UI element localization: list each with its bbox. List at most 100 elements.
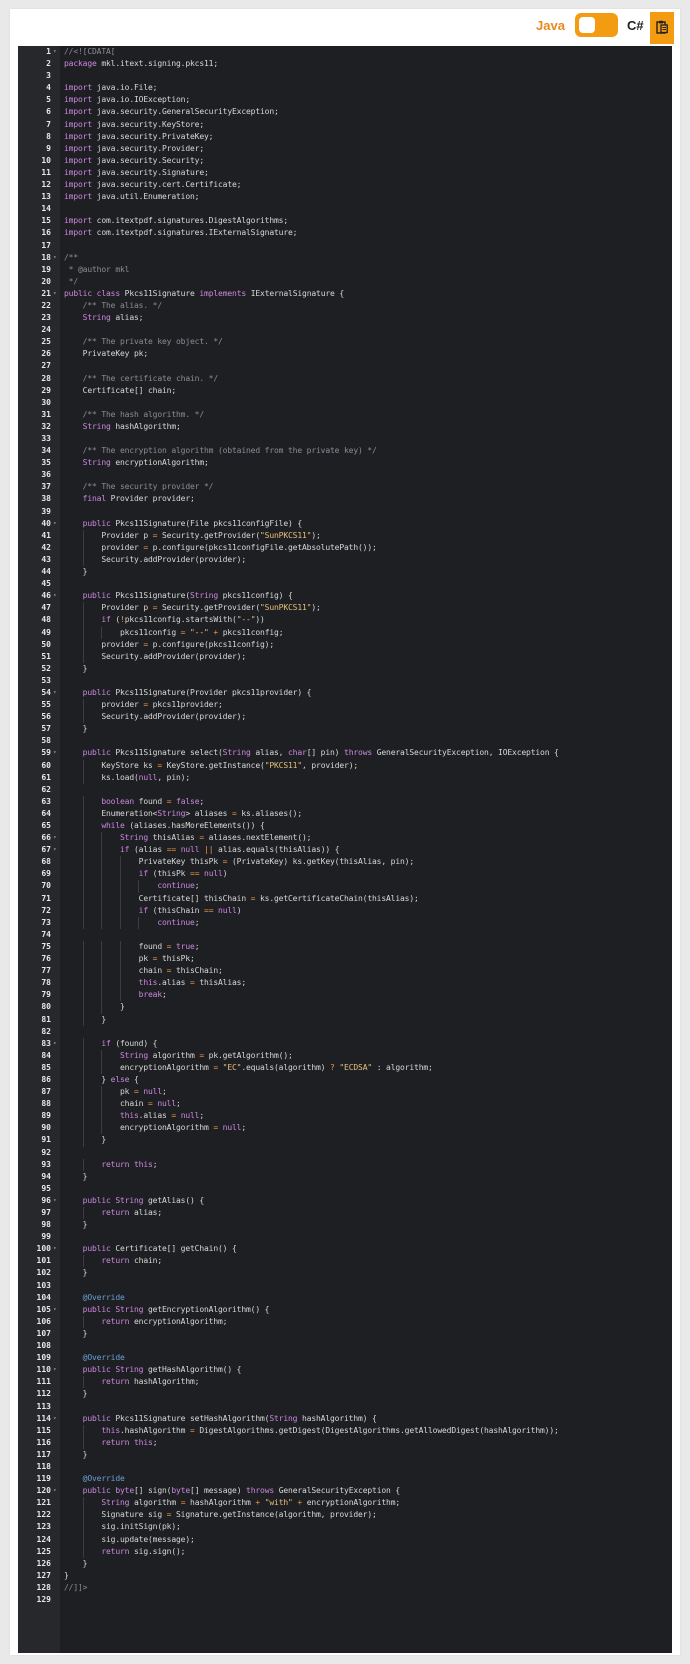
code-line: 32 String hashAlgorithm; <box>18 421 672 433</box>
line-number: 50 <box>41 639 51 649</box>
line-number: 91 <box>41 1135 51 1145</box>
csharp-language-label[interactable]: C# <box>627 14 644 38</box>
code-line: 61 ks.load(null, pin); <box>18 771 672 784</box>
code-text: provider = p.configure(pkcs11config); <box>64 639 275 649</box>
code-text: return this; <box>101 1159 158 1169</box>
line-number: 18 <box>41 252 51 262</box>
code-line: 26 PrivateKey pk; <box>18 348 672 360</box>
code-line: 74 <box>18 929 672 941</box>
line-number: 76 <box>41 954 51 964</box>
code-line: 65 while (aliases.hasMoreElements()) { <box>18 820 672 833</box>
line-number: 103 <box>36 1280 51 1290</box>
code-text: /** The security provider */ <box>82 482 214 492</box>
code-text: if (thisPk == null) <box>138 869 228 879</box>
code-text: return alias; <box>101 1208 163 1217</box>
code-line: 113 <box>18 1401 672 1413</box>
code-line: 57 } <box>18 723 672 735</box>
java-language-label[interactable]: Java <box>536 14 565 38</box>
fold-toggle-icon[interactable]: ▾ <box>53 1485 60 1497</box>
fold-toggle-icon[interactable]: ▾ <box>53 518 60 530</box>
line-number: 79 <box>41 990 51 1000</box>
code-text: public String getEncryptionAlgorithm() { <box>82 1304 270 1314</box>
fold-toggle-icon[interactable]: ▾ <box>53 1304 60 1316</box>
line-number: 57 <box>41 724 51 734</box>
fold-toggle-icon[interactable]: ▾ <box>53 590 60 602</box>
code-line: 48 if (!pkcs11config.startsWith("--")) <box>18 614 672 627</box>
line-number: 90 <box>41 1123 51 1133</box>
line-number: 77 <box>41 966 51 976</box>
code-line: 112 } <box>18 1388 672 1400</box>
code-line: 18 ▾ /** <box>18 252 672 264</box>
line-number: 22 <box>41 300 51 310</box>
code-line: 94 } <box>18 1171 672 1183</box>
fold-toggle-icon[interactable]: ▾ <box>53 288 60 300</box>
line-number: 116 <box>36 1437 51 1447</box>
code-text: import java.security.cert.Certificate; <box>64 180 242 190</box>
code-line: 51 Security.addProvider(provider); <box>18 650 672 663</box>
line-number: 42 <box>41 542 51 552</box>
copy-code-button[interactable] <box>650 12 674 44</box>
line-number: 70 <box>41 881 51 891</box>
fold-toggle-icon[interactable]: ▾ <box>53 1364 60 1376</box>
code-text: chain = thisChain; <box>64 966 223 976</box>
code-line: 22 /** The alias. */ <box>18 300 672 312</box>
code-line: 31 /** The hash algorithm. */ <box>18 409 672 421</box>
fold-toggle-icon[interactable]: ▾ <box>53 46 60 58</box>
code-line: 13 import java.util.Enumeration; <box>18 191 672 203</box>
code-editor[interactable]: 1 ▾//<![CDATA[2 package mkl.itext.signing.… <box>18 46 672 1653</box>
code-text: return sig.sign(); <box>101 1546 186 1556</box>
code-text: @Override <box>82 1292 125 1302</box>
code-line: 53 <box>18 675 672 687</box>
code-line: 128 //]]> <box>18 1582 672 1594</box>
fold-toggle-icon[interactable]: ▾ <box>53 687 60 699</box>
code-text: this.hashAlgorithm = DigestAlgorithms.ge… <box>101 1425 559 1435</box>
line-number: 55 <box>41 700 51 710</box>
code-line: 68 PrivateKey thisPk = (PrivateKey) ks.g… <box>18 856 672 869</box>
line-number: 30 <box>41 397 51 407</box>
code-line: 5 import java.io.IOException; <box>18 94 672 106</box>
line-number: 2 <box>46 59 51 69</box>
code-line: 98 } <box>18 1219 672 1231</box>
fold-toggle-icon[interactable]: ▾ <box>53 747 60 759</box>
line-number: 69 <box>41 869 51 879</box>
code-line: 122 Signature sig = Signature.getInstanc… <box>18 1509 672 1522</box>
code-text: found = true; <box>64 941 200 951</box>
fold-toggle-icon[interactable]: ▾ <box>53 1195 60 1207</box>
code-line: 80 } <box>18 1001 672 1014</box>
language-toggle[interactable] <box>575 13 618 37</box>
fold-toggle-icon[interactable]: ▾ <box>53 844 60 856</box>
line-number: 26 <box>41 349 51 359</box>
fold-toggle-icon[interactable]: ▾ <box>53 1413 60 1425</box>
line-number: 65 <box>41 821 51 830</box>
code-line: 81 } <box>18 1013 672 1026</box>
code-line: 20 */ <box>18 276 672 288</box>
clipboard-icon <box>656 19 668 38</box>
code-lines: 1 ▾//<![CDATA[2 package mkl.itext.signing.… <box>18 46 672 1653</box>
code-line: 36 <box>18 469 672 481</box>
code-line: 10 import java.security.Security; <box>18 155 672 167</box>
code-text: /** The hash algorithm. */ <box>82 409 204 419</box>
toggle-knob <box>579 17 595 33</box>
code-text: chain = null; <box>64 1099 181 1109</box>
fold-toggle-icon[interactable]: ▾ <box>53 252 60 264</box>
line-number: 105 <box>36 1304 51 1314</box>
line-number: 120 <box>36 1486 51 1496</box>
fold-toggle-icon[interactable]: ▾ <box>53 1038 60 1050</box>
line-number: 29 <box>41 385 51 395</box>
line-number: 109 <box>36 1353 51 1363</box>
line-number: 80 <box>41 1002 51 1012</box>
code-line: 85 encryptionAlgorithm = "EC".equals(alg… <box>18 1061 672 1074</box>
code-text: if (alias == null || alias.equals(thisAl… <box>120 845 340 855</box>
line-number: 73 <box>41 917 51 927</box>
code-text: break; <box>138 990 167 1000</box>
line-number: 94 <box>41 1171 51 1181</box>
line-number: 47 <box>41 603 51 613</box>
line-number: 75 <box>41 941 51 951</box>
code-line: 92 <box>18 1147 672 1159</box>
fold-toggle-icon[interactable]: ▾ <box>53 832 60 844</box>
line-number: 16 <box>41 228 51 238</box>
code-line: 16 import com.itextpdf.signatures.IExtern… <box>18 227 672 239</box>
code-text: @Override <box>82 1353 125 1363</box>
code-line: 106 return encryptionAlgorithm; <box>18 1315 672 1328</box>
fold-toggle-icon[interactable]: ▾ <box>53 1243 60 1255</box>
